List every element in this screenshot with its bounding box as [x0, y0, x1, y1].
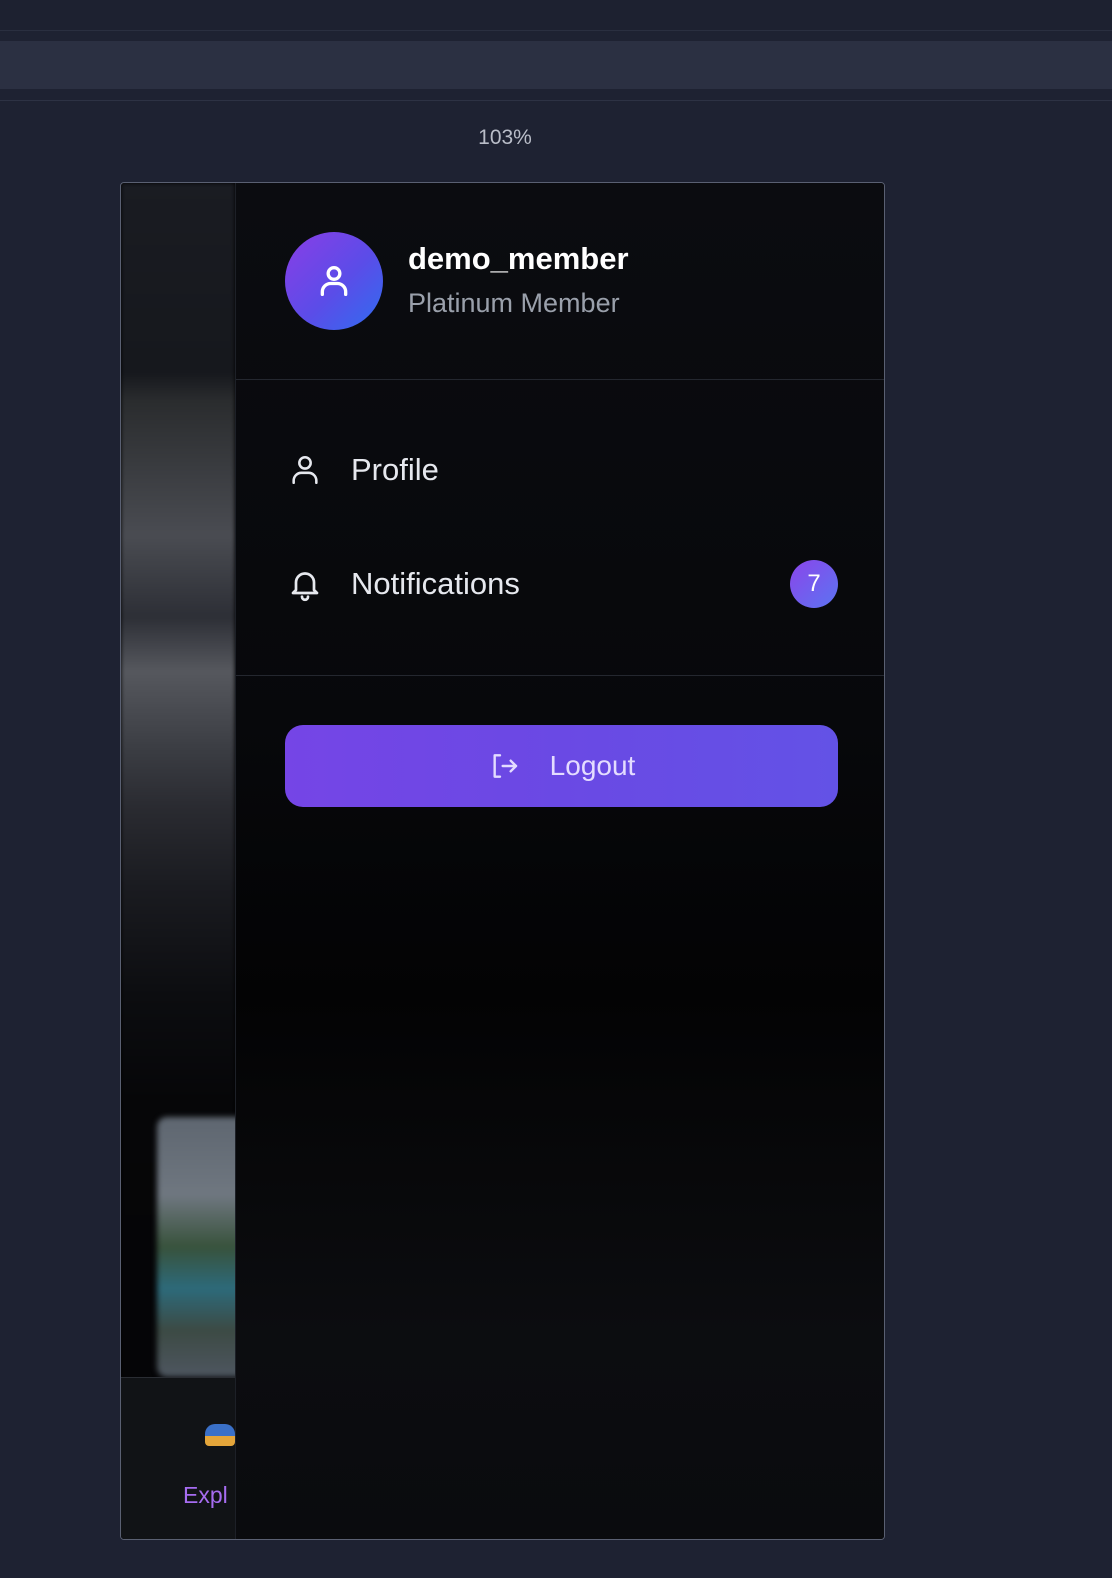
side-drawer: demo_member Platinum Member Profile Noti…: [235, 183, 884, 1539]
background-card: [157, 1117, 247, 1377]
menu-item-label: Notifications: [351, 566, 520, 601]
device-frame: Expl demo_member Platinum Member Profile…: [120, 182, 885, 1540]
background-bottom-nav: Expl: [121, 1377, 235, 1539]
menu-item-notifications[interactable]: Notifications 7: [285, 552, 838, 616]
viewer-toolbar: [0, 41, 1112, 89]
user-icon: [285, 450, 325, 490]
explore-nav-label: Expl: [183, 1482, 228, 1508]
drawer-menu: Profile Notifications 7: [236, 380, 884, 676]
membership-tier: Platinum Member: [408, 288, 620, 318]
notification-count-badge: 7: [790, 560, 838, 608]
top-bar: [0, 0, 1112, 31]
logout-button[interactable]: Logout: [285, 725, 838, 807]
profile-header: demo_member Platinum Member: [236, 183, 884, 380]
avatar[interactable]: [285, 232, 383, 330]
bell-icon: [285, 564, 325, 604]
user-icon: [320, 266, 348, 296]
zoom-level[interactable]: 103%: [440, 126, 570, 150]
toolbar-divider: [0, 100, 1112, 101]
logout-icon: [493, 754, 517, 778]
logout-label: Logout: [549, 750, 636, 781]
username: demo_member: [408, 241, 629, 276]
explore-icon: [205, 1424, 235, 1446]
menu-item-profile[interactable]: Profile: [285, 438, 838, 502]
menu-item-label: Profile: [351, 452, 439, 487]
